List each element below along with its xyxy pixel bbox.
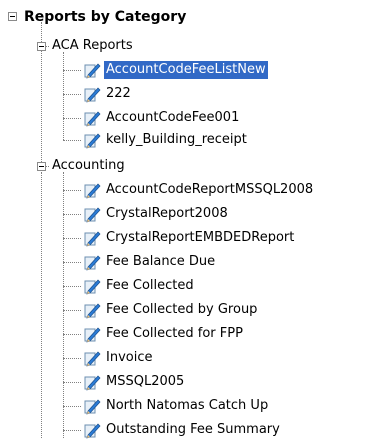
report-item-accountcodefeelistnew[interactable]: AccountCodeFeeListNew <box>104 61 268 79</box>
report-pencil-icon <box>84 183 101 199</box>
report-pencil-icon <box>84 351 101 367</box>
report-item-crystalreport2008[interactable]: CrystalReport2008 <box>104 205 230 223</box>
report-item-kelly-building-receipt[interactable]: kelly_Building_receipt <box>104 131 249 149</box>
report-item-crystalreportembdedreport[interactable]: CrystalReportEMBDEDReport <box>104 229 296 247</box>
report-category-tree: Reports by Category ACA Reports AccountC… <box>0 0 368 439</box>
report-item-fee-balance-due[interactable]: Fee Balance Due <box>104 253 217 271</box>
collapse-toggle-aca-reports[interactable] <box>37 42 46 51</box>
report-pencil-icon <box>84 375 101 391</box>
report-pencil-icon <box>84 207 101 223</box>
collapse-toggle-accounting[interactable] <box>37 162 46 171</box>
report-pencil-icon <box>84 87 101 103</box>
tree-root-label[interactable]: Reports by Category <box>22 8 188 26</box>
report-item-accountcodereportmssql2008[interactable]: AccountCodeReportMSSQL2008 <box>104 181 315 199</box>
report-item-222[interactable]: 222 <box>104 85 133 103</box>
report-item-mssql2005[interactable]: MSSQL2005 <box>104 373 186 391</box>
report-pencil-icon <box>84 423 101 439</box>
collapse-toggle-root[interactable] <box>8 12 17 21</box>
tree-group-accounting[interactable]: Accounting <box>50 157 127 175</box>
report-pencil-icon <box>84 111 101 127</box>
report-item-fee-collected-by-group[interactable]: Fee Collected by Group <box>104 301 259 319</box>
report-item-fee-collected[interactable]: Fee Collected <box>104 277 196 295</box>
report-pencil-icon <box>84 63 101 79</box>
report-item-north-natomas-catch-up[interactable]: North Natomas Catch Up <box>104 397 270 415</box>
report-pencil-icon <box>84 133 101 149</box>
report-pencil-icon <box>84 231 101 247</box>
report-item-accountcodefee001[interactable]: AccountCodeFee001 <box>104 109 241 127</box>
report-item-fee-collected-for-fpp[interactable]: Fee Collected for FPP <box>104 325 245 343</box>
report-pencil-icon <box>84 279 101 295</box>
report-pencil-icon <box>84 255 101 271</box>
report-item-outstanding-fee-summary[interactable]: Outstanding Fee Summary <box>104 421 282 439</box>
report-pencil-icon <box>84 399 101 415</box>
report-pencil-icon <box>84 303 101 319</box>
report-pencil-icon <box>84 327 101 343</box>
report-item-invoice[interactable]: Invoice <box>104 349 154 367</box>
